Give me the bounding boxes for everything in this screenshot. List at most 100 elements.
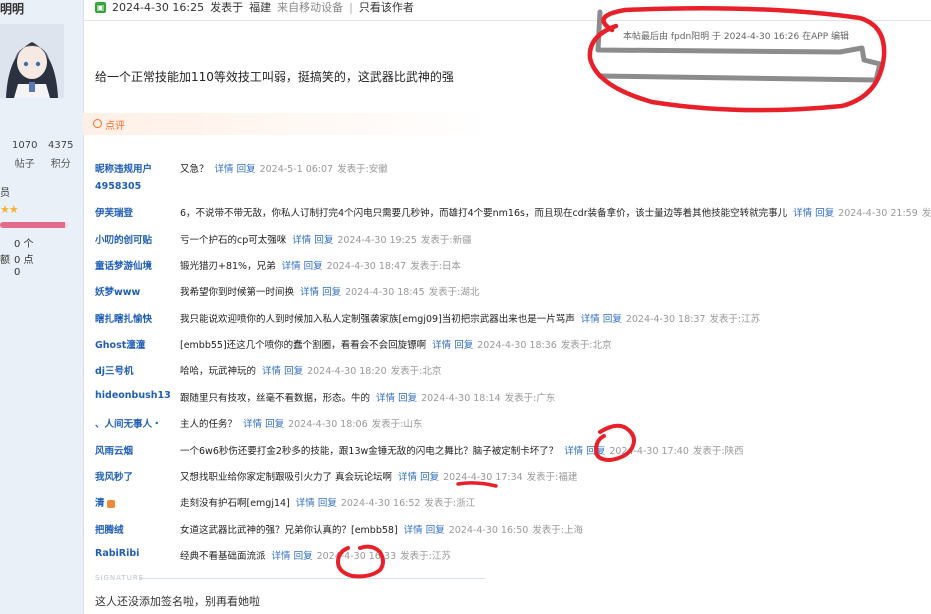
comment-user[interactable]: RabiRibi <box>95 548 139 559</box>
comment-time: 2024-4-30 18:06 <box>288 419 368 430</box>
comment-text: 锻光猎刃+81%，兄弟 <box>180 261 276 272</box>
comment-detail-link[interactable]: 详情 <box>376 393 395 404</box>
level-progress-bar <box>0 222 68 228</box>
comment-location: 发表于:四川 <box>921 208 931 219</box>
comment-reply-link[interactable]: 回复 <box>815 208 834 219</box>
comment-reply-link[interactable]: 回复 <box>398 393 417 404</box>
comment-text: 哈哈，玩武神玩的 <box>180 366 257 377</box>
divider: | <box>349 0 353 14</box>
comment-user[interactable]: 、人间无事人・ <box>95 416 162 430</box>
comment-time: 2024-4-30 18:36 <box>477 340 557 351</box>
comment-detail-link[interactable]: 详情 <box>272 551 291 562</box>
red-circle-edit-note <box>587 5 887 113</box>
comment-reply-link[interactable]: 回复 <box>304 261 323 272</box>
comment-reply-link[interactable]: 回复 <box>603 314 622 325</box>
comment-user[interactable]: 小叨的创可贴 <box>95 232 152 246</box>
comment-location: 发表于:福建 <box>526 472 578 483</box>
comment-location: 发表于:陕西 <box>692 446 744 457</box>
sidebar-stat-1: 0 个 <box>14 239 34 250</box>
comment-text: 走刻没有护石啊[emgj14] <box>180 498 290 509</box>
comment-reply-link[interactable]: 回复 <box>426 525 445 536</box>
comment-location: 发表于:湖北 <box>428 287 480 298</box>
comment-reply-link[interactable]: 回复 <box>265 419 284 430</box>
comment-location: 发表于:江苏 <box>400 551 451 562</box>
comment-location: 发表于:日本 <box>410 261 461 272</box>
comment-user[interactable]: 清 <box>95 495 115 509</box>
comment-user[interactable]: 伊芙瑞登 <box>95 205 133 219</box>
post-posted-in: 发表于 <box>210 1 244 14</box>
stat-posts[interactable]: 1070 帖子 <box>12 140 37 170</box>
comment-user[interactable]: hideonbush13 <box>95 390 171 401</box>
comment-user[interactable]: 把腾绒 <box>95 522 124 536</box>
signature-text: 这人还没添加签名啦，别再看她啦 <box>95 595 260 608</box>
user-stats: 1070 帖子 4375 积分 <box>0 140 83 172</box>
comment-reply-link[interactable]: 回复 <box>322 287 341 298</box>
comment-reply-link[interactable]: 回复 <box>318 498 337 509</box>
author-name[interactable]: 明明 <box>0 0 24 17</box>
comment-detail-link[interactable]: 详情 <box>793 208 812 219</box>
comment-text: 又想找职业给你家定制跟吸引火力了 真会玩论坛啊 <box>180 472 393 483</box>
post-meta-bar: ▣ 2024-4-30 16:25 发表于 福建 来自移动设备 | 只看该作者 <box>95 0 414 14</box>
comment-text: 跟随里只有技攻，丝毫不看数据，形态。牛的 <box>180 393 371 404</box>
comment-time: 2024-4-30 18:37 <box>625 314 706 325</box>
comment-time: 2024-4-30 19:25 <box>337 235 417 246</box>
comment-reply-link[interactable]: 回复 <box>237 164 256 175</box>
comment-detail-link[interactable]: 详情 <box>432 340 451 351</box>
comment-time: 2024-4-30 16:52 <box>340 498 421 509</box>
comment-reply-link[interactable]: 回复 <box>314 235 333 246</box>
comment-time: 2024-4-30 18:20 <box>307 366 387 377</box>
comment-time: 2024-4-30 18:47 <box>326 261 407 272</box>
comment-detail-link[interactable]: 详情 <box>292 235 311 246</box>
comment-circle-icon <box>93 119 102 128</box>
comment-time: 2024-4-30 17:40 <box>609 446 689 457</box>
comment-detail-link[interactable]: 详情 <box>215 164 234 175</box>
post-date: 2024-4-30 16:25 <box>112 0 205 14</box>
comment-time: 2024-5-1 06:07 <box>259 164 334 175</box>
comment-reply-link[interactable]: 回复 <box>420 472 439 483</box>
only-author-link[interactable]: 只看该作者 <box>359 0 414 15</box>
member-group: 员 <box>0 188 10 199</box>
comment-location: 发表于:安徽 <box>337 164 388 175</box>
comment-reply-link[interactable]: 回复 <box>284 366 303 377</box>
comment-reply-link[interactable]: 回复 <box>454 340 473 351</box>
stat-points[interactable]: 4375 积分 <box>48 140 73 170</box>
comment-text: 亏一个护石的cp可太强咪 <box>180 235 287 246</box>
comment-reply-link[interactable]: 回复 <box>586 446 605 457</box>
comment-user[interactable]: 瞎扎瞎扎愉快 <box>95 311 152 325</box>
comment-text: 我只能说欢迎喷你的人到时候加入私人定制强袭家族[emgj09]当初把宗武器出来也… <box>180 314 575 325</box>
comment-reply-link[interactable]: 回复 <box>294 551 313 562</box>
comment-detail-link[interactable]: 详情 <box>296 498 315 509</box>
comment-location: 发表于:上海 <box>532 525 583 536</box>
comment-detail-link[interactable]: 详情 <box>564 446 583 457</box>
comment-user[interactable]: 我风秒了 <box>95 469 133 483</box>
comment-location: 发表于:新疆 <box>420 235 472 246</box>
post-status-icon: ▣ <box>95 1 106 13</box>
comment-time: 2024-4-30 18:45 <box>345 287 425 298</box>
avatar[interactable] <box>0 24 64 98</box>
post-content: 给一个正常技能加110等效技工叫弱，挺搞笑的，这武器比武神的强 <box>95 70 454 84</box>
post-location: 福建 <box>249 1 272 14</box>
comment-detail-link[interactable]: 详情 <box>581 314 600 325</box>
comment-user[interactable]: 童话梦游仙境 <box>95 258 152 272</box>
comment-user[interactable]: dj三号机 <box>95 363 134 377</box>
comment-detail-link[interactable]: 详情 <box>243 419 262 430</box>
signature-divider <box>140 578 485 579</box>
comment-detail-link[interactable]: 详情 <box>262 366 281 377</box>
user-sidebar: 明明 1070 帖子 4375 积分 员 ★★ 0 个 额 0 点 0 <box>0 0 84 614</box>
comment-detail-link[interactable]: 详情 <box>404 525 423 536</box>
rss-icon <box>106 499 115 508</box>
comment-text: 女道这武器比武神的强？兄弟你认真的？[embb58] <box>180 525 398 536</box>
comment-user[interactable]: 妖梦www <box>95 284 140 298</box>
comment-user[interactable]: Ghost潼潼 <box>95 337 145 351</box>
comment-detail-link[interactable]: 详情 <box>282 261 301 272</box>
gray-highlight-box <box>595 9 883 83</box>
post-device: 来自移动设备 <box>277 1 344 14</box>
signature-label: SIGNATURE <box>95 574 145 582</box>
comment-user-name[interactable]: 清 <box>95 498 105 509</box>
comment-user[interactable]: 风雨云烟 <box>95 443 133 457</box>
comment-text: 6，不说带不带无敌，你私人订制打完4个闪电只需要几秒钟，而雄打4个要nm16s，… <box>180 208 788 219</box>
comment-detail-link[interactable]: 详情 <box>300 287 319 298</box>
comment-location: 发表于:浙江 <box>424 498 476 509</box>
comment-detail-link[interactable]: 详情 <box>398 472 417 483</box>
comment-user[interactable]: 昵称违规用户4958305 <box>95 161 165 195</box>
